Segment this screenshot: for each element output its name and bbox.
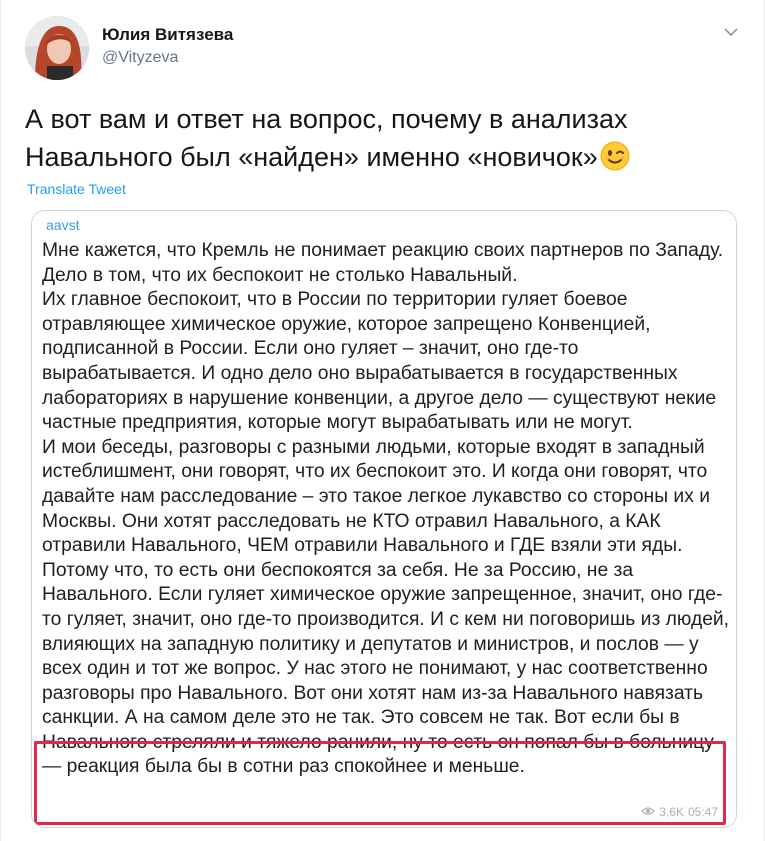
post-time: 05:47 (687, 805, 718, 819)
winking-face-icon (600, 141, 630, 171)
avatar[interactable] (25, 16, 89, 80)
eye-icon (641, 805, 656, 819)
user-handle[interactable]: @Vityzeva (102, 48, 233, 68)
avatar-image (25, 16, 89, 80)
author-names: Юлия Витязева @Vityzeva (102, 25, 233, 68)
embedded-screenshot[interactable]: aavst Мне кажется, что Кремль не понимае… (31, 210, 737, 828)
channel-name: aavst (46, 217, 80, 233)
tweet-card: Юлия Витязева @Vityzeva А вот вам и отве… (0, 0, 765, 841)
red-highlight-box (34, 741, 726, 825)
embedded-post: aavst Мне кажется, что Кремль не понимае… (32, 211, 736, 827)
chevron-down-icon[interactable] (721, 22, 741, 42)
display-name[interactable]: Юлия Витязева (102, 25, 233, 45)
tweet-text-content: А вот вам и ответ на вопрос, почему в ан… (25, 104, 628, 172)
tweet-header: Юлия Витязева @Vityzeva (25, 16, 745, 82)
view-count: 3,6K (659, 805, 684, 819)
tweet-text: А вот вам и ответ на вопрос, почему в ан… (25, 100, 725, 176)
post-body: Мне кажется, что Кремль не понимает реак… (42, 240, 730, 778)
post-meta: 3,6K 05:47 (641, 805, 718, 819)
translate-tweet-link[interactable]: Translate Tweet (27, 181, 126, 197)
